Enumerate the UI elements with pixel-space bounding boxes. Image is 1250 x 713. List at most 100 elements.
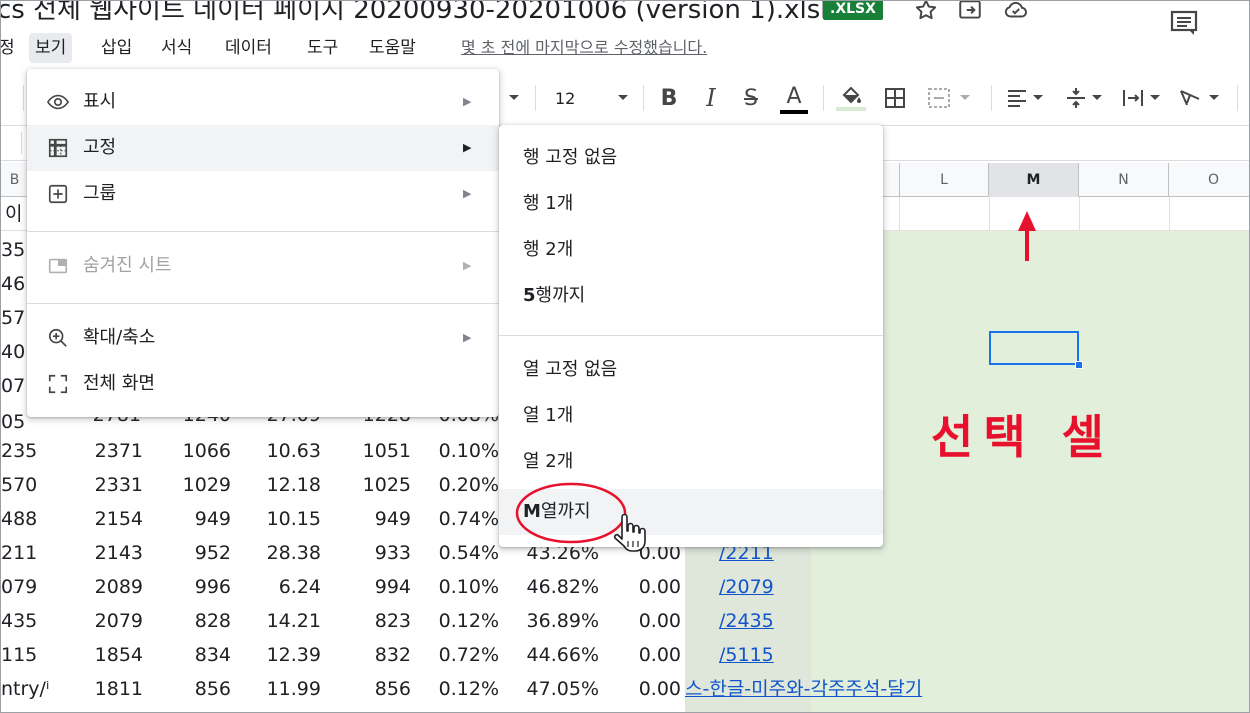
table-cell[interactable]: 47.05% <box>509 672 599 706</box>
table-cell[interactable]: 0.12% <box>421 604 499 638</box>
table-cell[interactable]: 1025 <box>341 468 411 502</box>
menu-data[interactable]: 데이터 <box>219 33 278 63</box>
table-cell[interactable]: 856 <box>169 672 231 706</box>
horizontal-align-icon[interactable] <box>999 73 1051 123</box>
italic-icon[interactable]: I <box>695 73 727 123</box>
table-cell[interactable]: 57 <box>1 301 25 335</box>
table-cell[interactable]: 0.20% <box>421 468 499 502</box>
table-cell[interactable]: 488 <box>1 502 61 536</box>
table-cell[interactable]: 10.63 <box>251 434 321 468</box>
menu-view[interactable]: 보기 <box>29 33 73 63</box>
table-cell[interactable]: 12.18 <box>251 468 321 502</box>
table-cell[interactable]: 933 <box>341 536 411 570</box>
freeze-1-column[interactable]: 열 1개 <box>499 393 883 439</box>
column-header-m[interactable]: M <box>989 163 1079 197</box>
merge-cells-icon[interactable] <box>921 73 977 123</box>
table-cell[interactable]: 1854 <box>81 638 143 672</box>
table-cell[interactable]: 2143 <box>81 536 143 570</box>
table-cell[interactable]: 0.12% <box>421 672 499 706</box>
text-color-icon[interactable]: A <box>777 73 811 123</box>
table-cell[interactable]: 996 <box>169 570 231 604</box>
table-cell[interactable]: 0.00 <box>611 672 681 706</box>
table-cell[interactable]: 079 <box>1 570 61 604</box>
table-cell[interactable]: 828 <box>169 604 231 638</box>
fill-color-icon[interactable] <box>833 73 869 123</box>
table-cell[interactable]: 949 <box>169 502 231 536</box>
table-cell[interactable]: 2154 <box>81 502 143 536</box>
table-cell[interactable]: 952 <box>169 536 231 570</box>
table-cell[interactable]: 36.89% <box>509 604 599 638</box>
cell-link[interactable]: 스-한글-미주와-각주주석-달기 <box>685 672 1005 706</box>
view-menu-show[interactable]: 표시 ▶ <box>27 79 499 125</box>
table-cell[interactable]: 6.24 <box>251 570 321 604</box>
table-cell[interactable]: 2331 <box>81 468 143 502</box>
table-cell[interactable]: 115 <box>1 638 61 672</box>
text-wrap-icon[interactable] <box>1115 73 1167 123</box>
table-cell[interactable]: 949 <box>341 502 411 536</box>
table-cell[interactable]: 570 <box>1 468 61 502</box>
table-cell[interactable]: 12.39 <box>251 638 321 672</box>
table-cell[interactable]: 834 <box>169 638 231 672</box>
document-title[interactable]: cs 전체 웹사이트 데이터 페이지 20200930-20201006 (ve… <box>1 1 837 26</box>
borders-icon[interactable] <box>879 73 911 123</box>
cell-link[interactable]: /2079 <box>685 570 1005 604</box>
menu-edit-partial[interactable]: 정 <box>1 33 21 63</box>
menu-insert[interactable]: 삽입 <box>95 33 138 63</box>
table-cell[interactable]: 235 <box>1 434 61 468</box>
table-cell[interactable]: 1051 <box>341 434 411 468</box>
table-cell[interactable]: 07 <box>1 369 25 403</box>
font-size-select[interactable]: 12 <box>549 73 635 123</box>
freeze-2-rows[interactable]: 행 2개 <box>499 227 883 273</box>
row1-cell[interactable]: 이 <box>5 197 22 231</box>
table-cell[interactable]: 0.00 <box>611 604 681 638</box>
table-cell[interactable]: 10.15 <box>251 502 321 536</box>
table-cell[interactable]: ntry/ⁱ <box>1 672 61 706</box>
table-cell[interactable]: 435 <box>1 604 61 638</box>
table-cell[interactable]: 0.10% <box>421 570 499 604</box>
menu-format[interactable]: 서식 <box>155 33 198 63</box>
table-cell[interactable]: 46 <box>1 267 25 301</box>
view-menu-freeze[interactable]: 고정 ▶ <box>27 125 499 171</box>
column-header-l[interactable]: L <box>899 163 989 197</box>
table-cell[interactable]: 44.66% <box>509 638 599 672</box>
font-dropdown-chevron-icon[interactable] <box>501 73 527 123</box>
fill-handle[interactable] <box>1075 361 1083 369</box>
table-cell[interactable]: 0.72% <box>421 638 499 672</box>
menu-tools[interactable]: 도구 <box>301 33 344 63</box>
table-cell[interactable]: 46.82% <box>509 570 599 604</box>
table-cell[interactable]: 0.10% <box>421 434 499 468</box>
view-menu-zoom[interactable]: 확대/축소 ▶ <box>27 315 499 361</box>
star-icon[interactable] <box>913 0 939 23</box>
last-edit-link[interactable]: 몇 초 전에 마지막으로 수정했습니다. <box>461 33 707 63</box>
column-header-o[interactable]: O <box>1169 163 1249 197</box>
cell-link[interactable]: /5115 <box>685 638 1005 672</box>
freeze-no-columns[interactable]: 열 고정 없음 <box>499 347 883 393</box>
table-cell[interactable]: 211 <box>1 536 61 570</box>
cloud-status-icon[interactable] <box>1003 0 1029 23</box>
table-cell[interactable]: 0.74% <box>421 502 499 536</box>
menu-help[interactable]: 도움말 <box>363 33 422 63</box>
column-header-b[interactable]: B <box>1 163 29 197</box>
table-cell[interactable]: 0.00 <box>611 570 681 604</box>
bold-icon[interactable]: B <box>653 73 685 123</box>
table-cell[interactable]: 2089 <box>81 570 143 604</box>
table-cell[interactable]: 1029 <box>169 468 231 502</box>
column-header-n[interactable]: N <box>1079 163 1169 197</box>
freeze-no-rows[interactable]: 행 고정 없음 <box>499 135 883 181</box>
table-cell[interactable]: 0.54% <box>421 536 499 570</box>
view-menu-hidden-sheets[interactable]: 숨겨진 시트 ▶ <box>27 243 499 289</box>
table-cell[interactable]: 2079 <box>81 604 143 638</box>
table-cell[interactable]: 823 <box>341 604 411 638</box>
table-cell[interactable]: 2371 <box>81 434 143 468</box>
view-menu-fullscreen[interactable]: 전체 화면 <box>27 361 499 407</box>
table-cell[interactable]: 40 <box>1 335 25 369</box>
table-cell[interactable]: 14.21 <box>251 604 321 638</box>
freeze-up-to-row-5[interactable]: 5행까지 <box>499 273 883 319</box>
table-cell[interactable]: 1066 <box>169 434 231 468</box>
move-to-folder-icon[interactable] <box>957 0 983 23</box>
table-cell[interactable]: 832 <box>341 638 411 672</box>
table-cell[interactable]: 35 <box>1 233 25 267</box>
cell-link[interactable]: /2435 <box>685 604 1005 638</box>
vertical-align-icon[interactable] <box>1059 73 1109 123</box>
table-cell[interactable]: 856 <box>341 672 411 706</box>
